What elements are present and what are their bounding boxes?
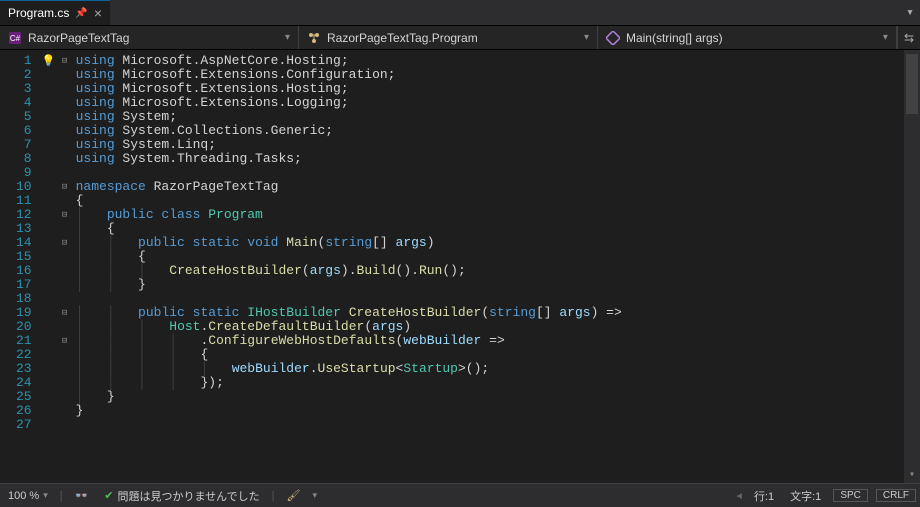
close-icon[interactable]: ×: [94, 5, 102, 21]
fold-toggle[interactable]: ⊟: [58, 306, 72, 320]
nav-class-label: RazorPageTextTag.Program: [327, 31, 478, 45]
nav-method[interactable]: Main(string[] args) ▾: [598, 26, 897, 49]
method-icon: [606, 31, 620, 45]
chevron-down-icon: ▾: [312, 490, 317, 501]
margin-indicators: 💡: [40, 50, 58, 483]
indent-mode[interactable]: SPC: [833, 489, 868, 502]
nav-method-label: Main(string[] args): [626, 31, 723, 45]
class-icon: [307, 31, 321, 45]
fold-column: ⊟ ⊟ ⊟ ⊟ ⊟ ⊟: [58, 50, 72, 483]
tab-label: Program.cs: [8, 6, 69, 20]
pin-icon[interactable]: 📌: [75, 8, 87, 19]
fold-toggle[interactable]: ⊟: [58, 236, 72, 250]
zoom-level[interactable]: 100 % ▾: [4, 490, 52, 502]
cursor-col[interactable]: 文字:1: [786, 488, 825, 504]
line-ending[interactable]: CRLF: [876, 489, 916, 502]
chevron-down-icon: ▾: [285, 32, 290, 43]
code-content[interactable]: using Microsoft.AspNetCore.Hosting;using…: [72, 50, 920, 483]
tab-bar: Program.cs 📌 × ▾: [0, 0, 920, 26]
brush-icon[interactable]: 🖌: [283, 489, 305, 502]
svg-text:C#: C#: [10, 34, 21, 43]
status-bar: 100 % ▾ | 👓 ✔ 問題は見つかりませんでした | 🖌 ▾ ◂ 行:1 …: [0, 483, 920, 507]
check-circle-icon: ✔: [104, 489, 113, 502]
scroll-thumb[interactable]: [906, 54, 918, 114]
nav-project[interactable]: C# RazorPageTextTag ▾: [0, 26, 299, 49]
line-numbers: 1234567891011121314151617181920212223242…: [0, 50, 40, 483]
chevron-down-icon: ▾: [43, 490, 48, 501]
glasses-icon[interactable]: 👓: [71, 489, 93, 502]
scroll-down-icon[interactable]: ▾: [904, 467, 920, 483]
tab-overflow-icon[interactable]: ▾: [900, 5, 920, 20]
fold-toggle[interactable]: ⊟: [58, 54, 72, 68]
chevron-down-icon: ▾: [883, 32, 888, 43]
fold-toggle[interactable]: ⊟: [58, 180, 72, 194]
file-tab[interactable]: Program.cs 📌 ×: [0, 0, 110, 25]
fold-toggle[interactable]: ⊟: [58, 334, 72, 348]
gutter: 1234567891011121314151617181920212223242…: [0, 50, 72, 483]
nav-class[interactable]: RazorPageTextTag.Program ▾: [299, 26, 598, 49]
csharp-project-icon: C#: [8, 31, 22, 45]
split-toggle-icon[interactable]: ⇆: [897, 26, 920, 49]
navigation-bar: C# RazorPageTextTag ▾ RazorPageTextTag.P…: [0, 26, 920, 50]
lightbulb-icon[interactable]: 💡: [42, 54, 56, 68]
cursor-line[interactable]: 行:1: [750, 488, 778, 504]
fold-toggle[interactable]: ⊟: [58, 208, 72, 222]
issues-status[interactable]: ✔ 問題は見つかりませんでした: [100, 488, 263, 504]
nav-project-label: RazorPageTextTag: [28, 31, 129, 45]
chevron-down-icon: ▾: [584, 32, 589, 43]
vertical-scrollbar[interactable]: ▴ ▾: [904, 50, 920, 483]
code-editor[interactable]: 1234567891011121314151617181920212223242…: [0, 50, 920, 483]
scroll-left-icon[interactable]: ◂: [736, 489, 742, 502]
